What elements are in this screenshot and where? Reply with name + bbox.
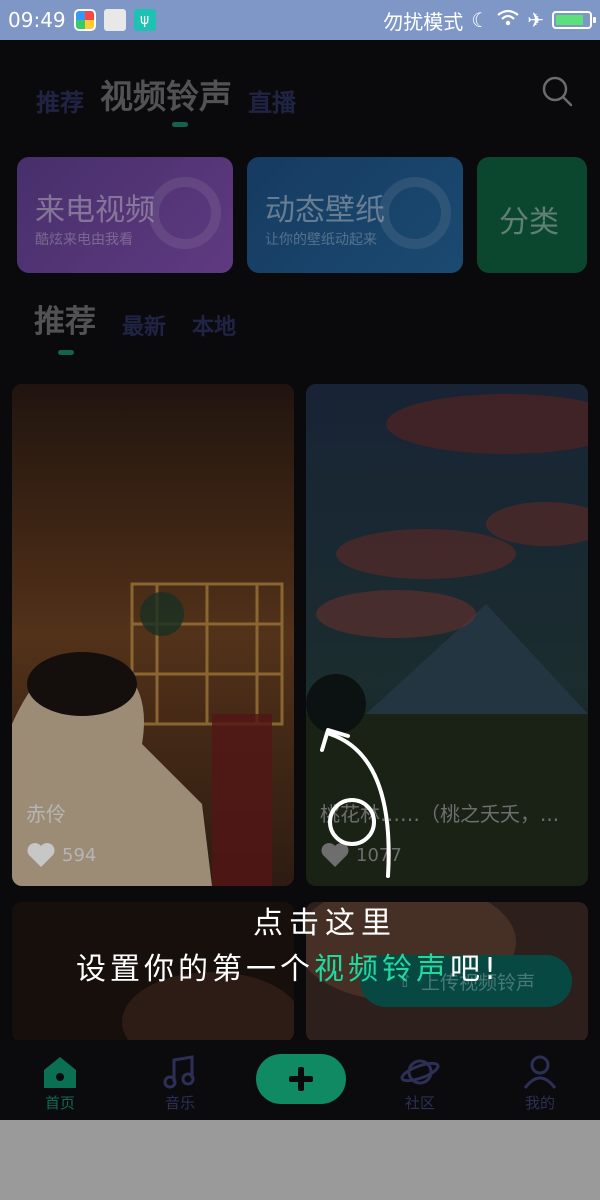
nav-music[interactable]: 音乐 bbox=[120, 1040, 240, 1120]
live-wallpaper-card[interactable]: 动态壁纸 让你的壁纸动起来 bbox=[247, 157, 463, 273]
battery-level bbox=[556, 15, 584, 25]
user-icon bbox=[523, 1055, 557, 1089]
nav-label: 社区 bbox=[404, 1094, 435, 1112]
guide-hint-line2: 设置你的第一个视频铃声吧! bbox=[76, 944, 500, 988]
wifi-icon bbox=[497, 8, 519, 32]
nav-home[interactable]: 首页 bbox=[0, 1040, 120, 1120]
camera-icon bbox=[149, 177, 221, 249]
card-title: 动态壁纸 bbox=[265, 193, 385, 228]
feed-tabs: 推荐 最新 本地 bbox=[34, 296, 236, 341]
top-tab-indicator bbox=[172, 122, 188, 127]
plus-icon bbox=[289, 1067, 313, 1091]
cleaner-notification-icon bbox=[103, 9, 126, 31]
create-button[interactable] bbox=[256, 1054, 346, 1104]
battery-icon bbox=[552, 11, 596, 29]
status-bar: 09:49 ψ 勿扰模式 ☾ ✈ bbox=[0, 0, 600, 40]
dnd-label: 勿扰模式 bbox=[383, 9, 464, 34]
card-subtitle: 酷炫来电由我看 bbox=[35, 232, 133, 248]
tab-feed-local[interactable]: 本地 bbox=[192, 309, 236, 341]
nav-label: 音乐 bbox=[164, 1094, 195, 1112]
like-number: 594 bbox=[62, 844, 97, 866]
top-tabs: 推荐 视频铃声 直播 bbox=[36, 70, 296, 118]
card-title: 来电视频 bbox=[35, 193, 155, 228]
like-count[interactable]: 594 bbox=[26, 842, 96, 868]
moon-icon: ☾ bbox=[471, 8, 490, 32]
tab-video-ringtone[interactable]: 视频铃声 bbox=[100, 70, 232, 118]
airplane-icon: ✈ bbox=[527, 8, 544, 32]
tab-live[interactable]: 直播 bbox=[248, 83, 296, 118]
guide-arrow-icon bbox=[320, 728, 391, 878]
heart-icon bbox=[27, 843, 55, 867]
incoming-call-video-card[interactable]: 来电视频 酷炫来电由我看 bbox=[17, 157, 233, 273]
hint-highlight: 视频铃声 bbox=[314, 952, 450, 987]
card-title: 分类 bbox=[499, 205, 559, 240]
guide-hint-line1: 点击这里 bbox=[253, 906, 397, 941]
home-icon bbox=[44, 1057, 76, 1088]
app-screen: 09:49 ψ 勿扰模式 ☾ ✈ 推荐 视频铃声 直播 来电视频 酷炫来电由我看 bbox=[0, 0, 600, 1120]
status-time: 09:49 bbox=[8, 8, 66, 32]
planet-icon bbox=[400, 1059, 440, 1085]
tab-feed-recommend[interactable]: 推荐 bbox=[34, 296, 96, 341]
video-title: 赤伶 bbox=[26, 802, 66, 826]
nav-community[interactable]: 社区 bbox=[360, 1040, 480, 1120]
gear-icon bbox=[379, 177, 451, 249]
hint-text: 设置你的第一个 bbox=[76, 952, 314, 987]
tab-feed-latest[interactable]: 最新 bbox=[122, 309, 166, 341]
search-icon[interactable] bbox=[540, 74, 574, 108]
music-icon bbox=[163, 1055, 195, 1089]
usb-icon: ψ bbox=[133, 9, 156, 31]
video-card[interactable]: 赤伶 594 bbox=[12, 384, 294, 886]
feed-tab-indicator bbox=[58, 350, 74, 355]
category-card[interactable]: 分类 bbox=[477, 157, 587, 273]
app-notification-icon bbox=[73, 9, 96, 31]
tab-recommend[interactable]: 推荐 bbox=[36, 83, 84, 118]
nav-mine[interactable]: 我的 bbox=[480, 1040, 600, 1120]
nav-label: 我的 bbox=[524, 1094, 555, 1112]
nav-label: 首页 bbox=[44, 1094, 75, 1112]
hint-text: 吧! bbox=[450, 952, 501, 987]
card-subtitle: 让你的壁纸动起来 bbox=[265, 232, 377, 248]
